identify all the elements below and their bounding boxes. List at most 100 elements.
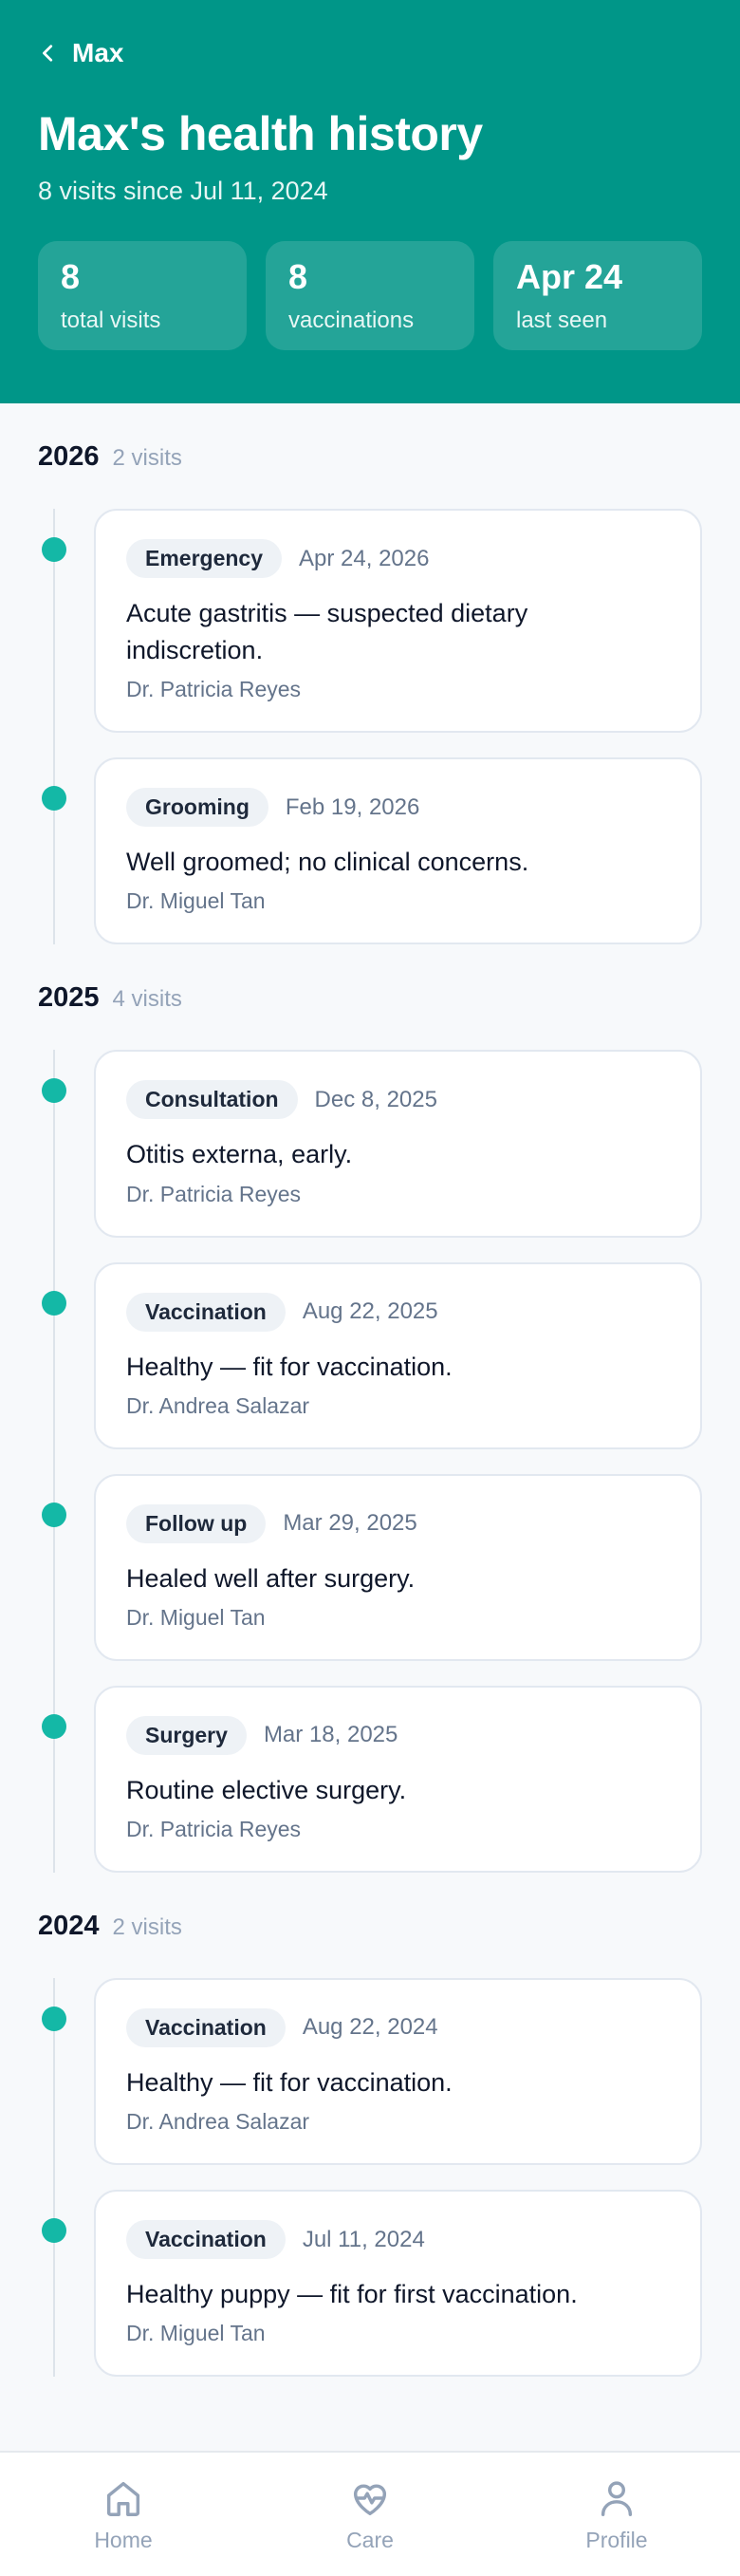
visit-diagnosis: Healthy puppy — fit for first vaccinatio…	[126, 2280, 578, 2309]
timeline-dot	[42, 2218, 66, 2244]
stat-total-visits: 8 total visits	[38, 241, 247, 350]
visit-diagnosis: Well groomed; no clinical concerns.	[126, 848, 529, 877]
visit-doctor: Dr. Andrea Salazar	[126, 1392, 310, 1418]
year-section-2024: 2024 2 visits Vaccination Aug 22, 2024 H…	[38, 1873, 702, 2378]
visit-date: Aug 22, 2025	[302, 1298, 438, 1325]
year-title: 2025	[38, 982, 100, 1014]
back-label: Max	[72, 38, 124, 67]
visit-card[interactable]: Vaccination Aug 22, 2024 Healthy — fit f…	[94, 1977, 702, 2166]
visit-item: Consultation Dec 8, 2025 Otitis externa,…	[42, 1050, 702, 1238]
visit-date: Dec 8, 2025	[314, 1086, 437, 1112]
timeline-dot	[42, 1713, 66, 1739]
visit-type-badge: Surgery	[126, 1715, 247, 1755]
visit-type-badge: Follow up	[126, 1503, 267, 1543]
nav-item-care[interactable]: Care	[285, 2476, 455, 2553]
page-subtitle: 8 visits since Jul 11, 2024	[38, 177, 328, 205]
year-section-2026: 2026 2 visits Emergency Apr 24, 2026 Acu…	[38, 403, 702, 945]
year-header: 2026 2 visits	[38, 403, 702, 498]
visit-diagnosis: Healthy — fit for vaccination.	[126, 2067, 453, 2097]
visit-type-badge: Vaccination	[126, 1292, 286, 1332]
visit-type-badge: Grooming	[126, 788, 268, 828]
nav-item-home[interactable]: Home	[38, 2476, 209, 2553]
timeline-dot	[42, 1502, 66, 1527]
heart-pulse-icon	[353, 2484, 387, 2515]
visit-card[interactable]: Emergency Apr 24, 2026 Acute gastritis —…	[94, 509, 702, 734]
stat-value: 8	[61, 257, 81, 296]
visit-card[interactable]: Follow up Mar 29, 2025 Healed well after…	[94, 1473, 702, 1661]
visit-type-badge: Emergency	[126, 539, 283, 578]
stats-row: 8 total visits 8 vaccinations Apr 24 las…	[38, 241, 702, 350]
year-title: 2026	[38, 441, 100, 472]
stat-label: last seen	[516, 307, 608, 333]
history-timeline: 2026 2 visits Emergency Apr 24, 2026 Acu…	[0, 403, 740, 2378]
visit-card[interactable]: Surgery Mar 18, 2025 Routine elective su…	[94, 1685, 702, 1873]
nav-label: Home	[94, 2527, 153, 2552]
visit-doctor: Dr. Patricia Reyes	[126, 1181, 302, 1206]
stat-vaccinations: 8 vaccinations	[266, 241, 474, 350]
user-icon	[601, 2480, 633, 2516]
stat-value: 8	[288, 257, 308, 296]
home-icon	[106, 2481, 140, 2516]
visit-item: Grooming Feb 19, 2026 Well groomed; no c…	[42, 757, 702, 945]
stat-label: total visits	[61, 307, 161, 333]
visit-item: Vaccination Aug 22, 2024 Healthy — fit f…	[42, 1977, 702, 2166]
visit-date: Mar 18, 2025	[263, 1722, 398, 1748]
visit-doctor: Dr. Andrea Salazar	[126, 2109, 310, 2135]
visit-type-badge: Vaccination	[126, 2220, 286, 2260]
year-header: 2025 4 visits	[38, 944, 702, 1039]
visit-date: Mar 29, 2025	[283, 1510, 417, 1537]
stat-value: Apr 24	[516, 257, 623, 296]
visit-doctor: Dr. Miguel Tan	[126, 888, 266, 914]
visit-diagnosis: Otitis externa, early.	[126, 1140, 353, 1169]
visit-diagnosis: Routine elective surgery.	[126, 1775, 407, 1804]
visit-date: Aug 22, 2024	[302, 2014, 438, 2041]
year-header: 2024 2 visits	[38, 1873, 702, 1968]
timeline: Vaccination Aug 22, 2024 Healthy — fit f…	[38, 1977, 702, 2378]
visit-card[interactable]: Grooming Feb 19, 2026 Well groomed; no c…	[94, 757, 702, 945]
stat-last-seen: Apr 24 last seen	[493, 241, 702, 350]
visit-date: Feb 19, 2026	[285, 793, 420, 820]
visit-date: Jul 11, 2024	[302, 2226, 425, 2252]
timeline: Emergency Apr 24, 2026 Acute gastritis —…	[38, 509, 702, 945]
timeline-dot	[42, 537, 66, 562]
visit-item: Surgery Mar 18, 2025 Routine elective su…	[42, 1685, 702, 1873]
visit-doctor: Dr. Miguel Tan	[126, 2321, 266, 2346]
visit-doctor: Dr. Miguel Tan	[126, 1604, 266, 1630]
visit-card[interactable]: Consultation Dec 8, 2025 Otitis externa,…	[94, 1050, 702, 1238]
year-title: 2024	[38, 1910, 100, 1941]
timeline-dot	[42, 1290, 66, 1316]
visit-doctor: Dr. Patricia Reyes	[126, 677, 302, 702]
year-visit-count: 2 visits	[112, 1913, 182, 1940]
nav-label: Care	[346, 2527, 394, 2552]
chevron-left-icon	[43, 45, 53, 62]
bottom-nav: Home Care Profile	[0, 2451, 740, 2576]
visit-item: Emergency Apr 24, 2026 Acute gastritis —…	[42, 509, 702, 734]
nav-item-profile[interactable]: Profile	[531, 2476, 702, 2553]
back-button[interactable]: Max	[38, 38, 123, 68]
visit-card[interactable]: Vaccination Aug 22, 2025 Healthy — fit f…	[94, 1261, 702, 1449]
visit-type-badge: Vaccination	[126, 2007, 286, 2047]
visit-item: Follow up Mar 29, 2025 Healed well after…	[42, 1473, 702, 1661]
timeline-dot	[42, 786, 66, 812]
timeline-line	[53, 1977, 55, 2378]
visit-type-badge: Consultation	[126, 1080, 298, 1120]
stat-label: vaccinations	[288, 307, 415, 333]
year-visit-count: 2 visits	[112, 445, 182, 471]
timeline-dot	[42, 1078, 66, 1104]
visit-diagnosis: Acute gastritis — suspected dietary indi…	[126, 599, 528, 665]
visit-date: Apr 24, 2026	[299, 545, 430, 571]
visit-diagnosis: Healed well after surgery.	[126, 1563, 416, 1593]
timeline-line	[53, 509, 55, 945]
visit-doctor: Dr. Patricia Reyes	[126, 1816, 302, 1841]
visit-item: Vaccination Aug 22, 2025 Healthy — fit f…	[42, 1261, 702, 1449]
visit-item: Vaccination Jul 11, 2024 Healthy puppy —…	[42, 2190, 702, 2378]
timeline-line	[53, 1050, 55, 1873]
timeline-dot	[42, 2006, 66, 2031]
visit-diagnosis: Healthy — fit for vaccination.	[126, 1352, 453, 1381]
visit-card[interactable]: Vaccination Jul 11, 2024 Healthy puppy —…	[94, 2190, 702, 2378]
nav-label: Profile	[585, 2527, 648, 2552]
year-visit-count: 4 visits	[112, 986, 182, 1013]
timeline: Consultation Dec 8, 2025 Otitis externa,…	[38, 1050, 702, 1873]
page-title: Max's health history	[38, 107, 483, 160]
year-section-2025: 2025 4 visits Consultation Dec 8, 2025 O…	[38, 944, 702, 1873]
